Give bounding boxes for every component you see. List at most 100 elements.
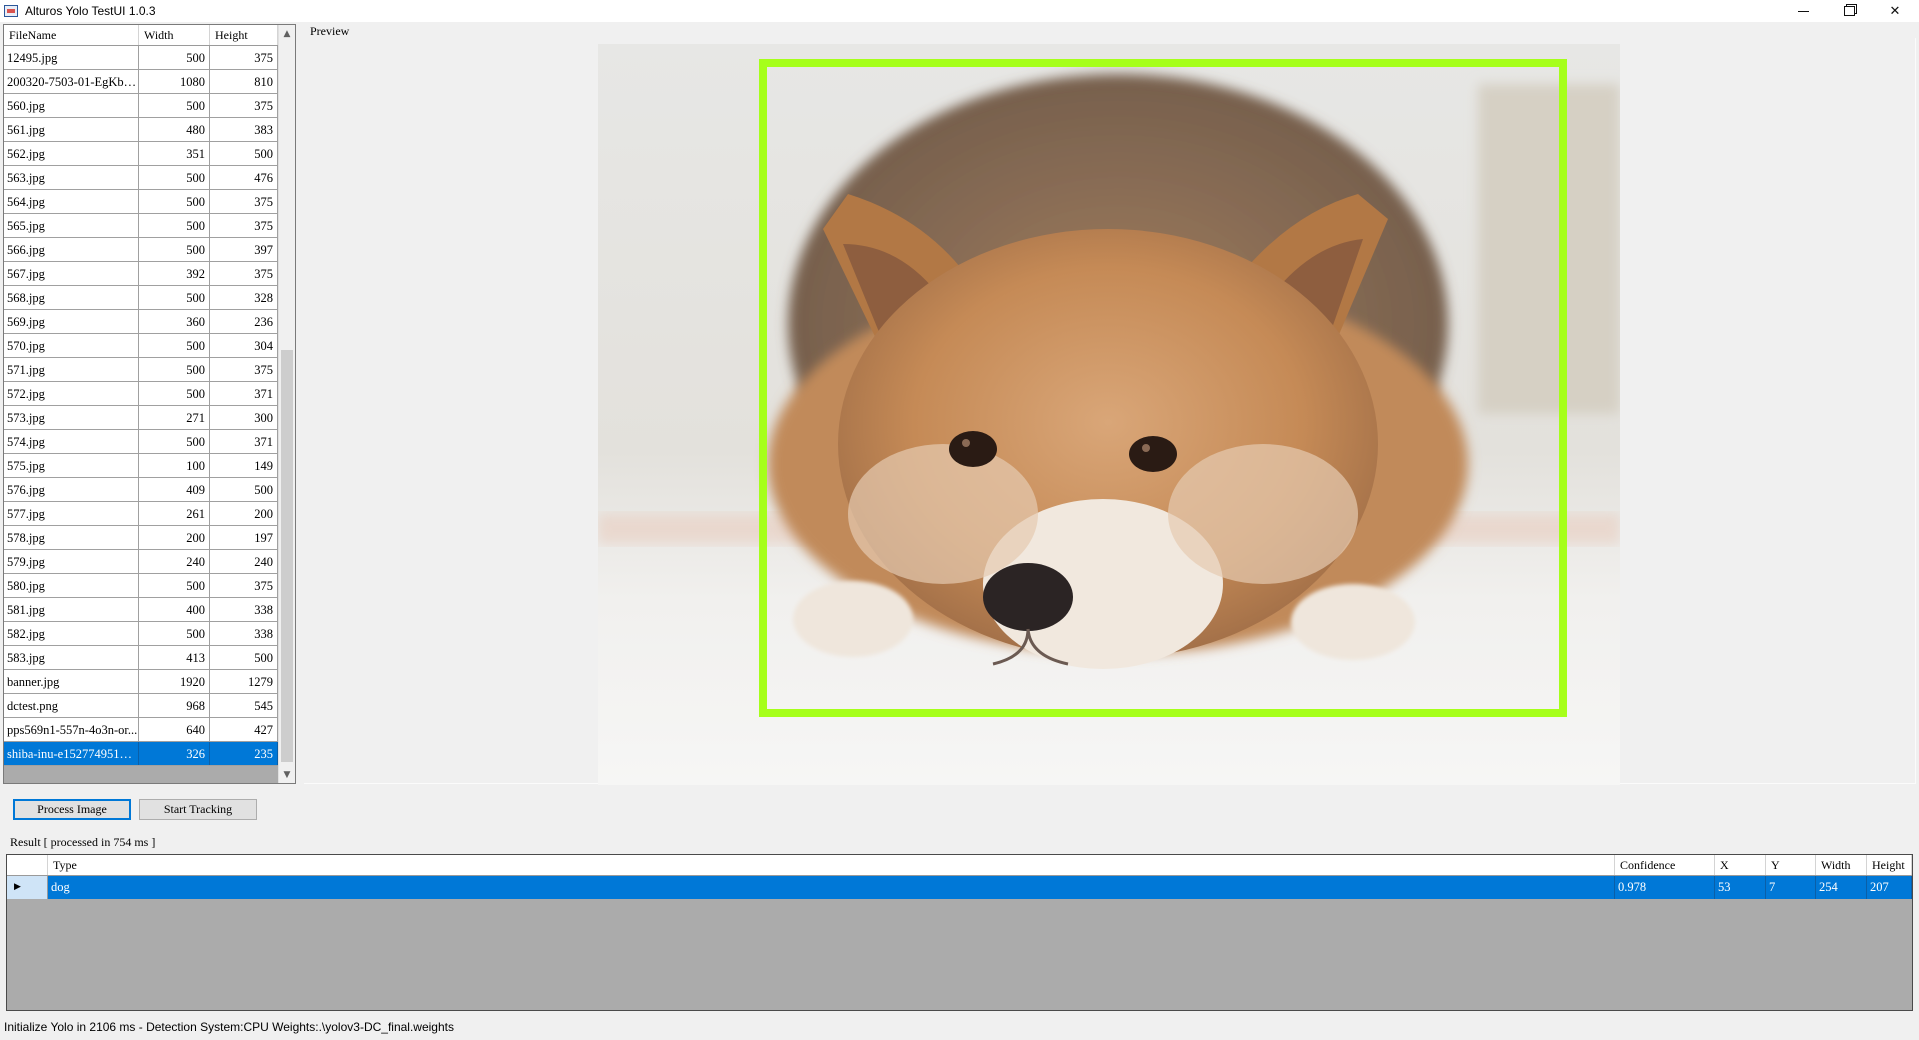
file-name-cell[interactable]: 579.jpg bbox=[4, 550, 139, 573]
file-width-cell[interactable]: 271 bbox=[139, 406, 210, 429]
file-width-cell[interactable]: 500 bbox=[139, 334, 210, 357]
file-row[interactable]: 580.jpg 500 375 bbox=[4, 574, 278, 598]
file-row[interactable]: 570.jpg 500 304 bbox=[4, 334, 278, 358]
file-height-cell[interactable]: 371 bbox=[210, 382, 278, 405]
file-height-cell[interactable]: 545 bbox=[210, 694, 278, 717]
file-row[interactable]: 581.jpg 400 338 bbox=[4, 598, 278, 622]
file-width-cell[interactable]: 1080 bbox=[139, 70, 210, 93]
file-height-cell[interactable]: 338 bbox=[210, 598, 278, 621]
close-button[interactable]: ✕ bbox=[1872, 0, 1918, 22]
file-row[interactable]: 579.jpg 240 240 bbox=[4, 550, 278, 574]
file-height-cell[interactable]: 500 bbox=[210, 646, 278, 669]
file-width-cell[interactable]: 100 bbox=[139, 454, 210, 477]
file-grid-scrollbar[interactable]: ▲ ▼ bbox=[278, 25, 295, 783]
file-width-cell[interactable]: 500 bbox=[139, 622, 210, 645]
process-image-button[interactable]: Process Image bbox=[13, 799, 131, 820]
file-height-cell[interactable]: 375 bbox=[210, 46, 278, 69]
file-name-cell[interactable]: 575.jpg bbox=[4, 454, 139, 477]
file-width-cell[interactable]: 500 bbox=[139, 238, 210, 261]
file-name-cell[interactable]: 566.jpg bbox=[4, 238, 139, 261]
file-name-cell[interactable]: pps569n1-557n-4o3n-or... bbox=[4, 718, 139, 741]
file-name-cell[interactable]: 581.jpg bbox=[4, 598, 139, 621]
file-width-cell[interactable]: 500 bbox=[139, 166, 210, 189]
file-name-cell[interactable]: 200320-7503-01-EgKbZ... bbox=[4, 70, 139, 93]
file-height-cell[interactable]: 375 bbox=[210, 94, 278, 117]
file-row[interactable]: 568.jpg 500 328 bbox=[4, 286, 278, 310]
file-name-cell[interactable]: 583.jpg bbox=[4, 646, 139, 669]
result-height[interactable]: 207 bbox=[1867, 876, 1912, 899]
result-x[interactable]: 53 bbox=[1715, 876, 1766, 899]
column-header-confidence[interactable]: Confidence bbox=[1615, 855, 1715, 875]
file-name-cell[interactable]: 578.jpg bbox=[4, 526, 139, 549]
file-name-cell[interactable]: 564.jpg bbox=[4, 190, 139, 213]
file-name-cell[interactable]: 576.jpg bbox=[4, 478, 139, 501]
file-name-cell[interactable]: 563.jpg bbox=[4, 166, 139, 189]
file-height-cell[interactable]: 427 bbox=[210, 718, 278, 741]
result-y[interactable]: 7 bbox=[1766, 876, 1816, 899]
minimize-button[interactable] bbox=[1780, 0, 1826, 22]
file-width-cell[interactable]: 409 bbox=[139, 478, 210, 501]
file-width-cell[interactable]: 500 bbox=[139, 286, 210, 309]
scroll-up-icon[interactable]: ▲ bbox=[279, 25, 295, 42]
file-height-cell[interactable]: 328 bbox=[210, 286, 278, 309]
file-row[interactable]: 564.jpg 500 375 bbox=[4, 190, 278, 214]
file-row[interactable]: 574.jpg 500 371 bbox=[4, 430, 278, 454]
result-type[interactable]: dog bbox=[48, 876, 1615, 899]
result-confidence[interactable]: 0.978 bbox=[1615, 876, 1715, 899]
file-width-cell[interactable]: 640 bbox=[139, 718, 210, 741]
restore-button[interactable] bbox=[1826, 0, 1872, 22]
scrollbar-thumb[interactable] bbox=[281, 350, 293, 762]
file-height-cell[interactable]: 300 bbox=[210, 406, 278, 429]
file-name-cell[interactable]: 571.jpg bbox=[4, 358, 139, 381]
file-grid[interactable]: FileName Width Height 12495.jpg 500 375 200… bbox=[3, 24, 296, 784]
file-width-cell[interactable]: 500 bbox=[139, 382, 210, 405]
file-name-cell[interactable]: 569.jpg bbox=[4, 310, 139, 333]
file-width-cell[interactable]: 200 bbox=[139, 526, 210, 549]
file-row[interactable]: shiba-inu-e15277495174... 326 235 bbox=[4, 742, 278, 766]
file-height-cell[interactable]: 383 bbox=[210, 118, 278, 141]
file-height-cell[interactable]: 500 bbox=[210, 142, 278, 165]
file-height-cell[interactable]: 375 bbox=[210, 190, 278, 213]
file-width-cell[interactable]: 480 bbox=[139, 118, 210, 141]
file-height-cell[interactable]: 149 bbox=[210, 454, 278, 477]
file-height-cell[interactable]: 235 bbox=[210, 742, 278, 765]
row-pointer-icon[interactable]: ▶ bbox=[7, 876, 48, 899]
file-row[interactable]: 575.jpg 100 149 bbox=[4, 454, 278, 478]
file-row[interactable]: 576.jpg 409 500 bbox=[4, 478, 278, 502]
file-row[interactable]: 571.jpg 500 375 bbox=[4, 358, 278, 382]
file-name-cell[interactable]: 580.jpg bbox=[4, 574, 139, 597]
file-width-cell[interactable]: 400 bbox=[139, 598, 210, 621]
file-name-cell[interactable]: dctest.png bbox=[4, 694, 139, 717]
file-width-cell[interactable]: 500 bbox=[139, 46, 210, 69]
file-name-cell[interactable]: banner.jpg bbox=[4, 670, 139, 693]
file-row[interactable]: 573.jpg 271 300 bbox=[4, 406, 278, 430]
column-header-height[interactable]: Height bbox=[210, 25, 278, 45]
file-width-cell[interactable]: 500 bbox=[139, 430, 210, 453]
file-width-cell[interactable]: 261 bbox=[139, 502, 210, 525]
file-height-cell[interactable]: 810 bbox=[210, 70, 278, 93]
file-name-cell[interactable]: 574.jpg bbox=[4, 430, 139, 453]
file-height-cell[interactable]: 240 bbox=[210, 550, 278, 573]
file-width-cell[interactable]: 413 bbox=[139, 646, 210, 669]
column-header-height[interactable]: Height bbox=[1867, 855, 1912, 875]
file-height-cell[interactable]: 375 bbox=[210, 214, 278, 237]
file-name-cell[interactable]: 561.jpg bbox=[4, 118, 139, 141]
file-row[interactable]: 12495.jpg 500 375 bbox=[4, 46, 278, 70]
file-name-cell[interactable]: 582.jpg bbox=[4, 622, 139, 645]
file-height-cell[interactable]: 500 bbox=[210, 478, 278, 501]
file-row[interactable]: 577.jpg 261 200 bbox=[4, 502, 278, 526]
result-width[interactable]: 254 bbox=[1816, 876, 1867, 899]
file-row[interactable]: 572.jpg 500 371 bbox=[4, 382, 278, 406]
file-row[interactable]: dctest.png 968 545 bbox=[4, 694, 278, 718]
file-height-cell[interactable]: 200 bbox=[210, 502, 278, 525]
result-grid[interactable]: Type Confidence X Y Width Height ▶ dog 0… bbox=[6, 854, 1913, 1011]
file-width-cell[interactable]: 500 bbox=[139, 190, 210, 213]
file-name-cell[interactable]: 567.jpg bbox=[4, 262, 139, 285]
scroll-down-icon[interactable]: ▼ bbox=[279, 766, 295, 783]
file-height-cell[interactable]: 476 bbox=[210, 166, 278, 189]
file-name-cell[interactable]: 562.jpg bbox=[4, 142, 139, 165]
file-row[interactable]: 560.jpg 500 375 bbox=[4, 94, 278, 118]
file-height-cell[interactable]: 397 bbox=[210, 238, 278, 261]
file-width-cell[interactable]: 1920 bbox=[139, 670, 210, 693]
file-row[interactable]: 566.jpg 500 397 bbox=[4, 238, 278, 262]
